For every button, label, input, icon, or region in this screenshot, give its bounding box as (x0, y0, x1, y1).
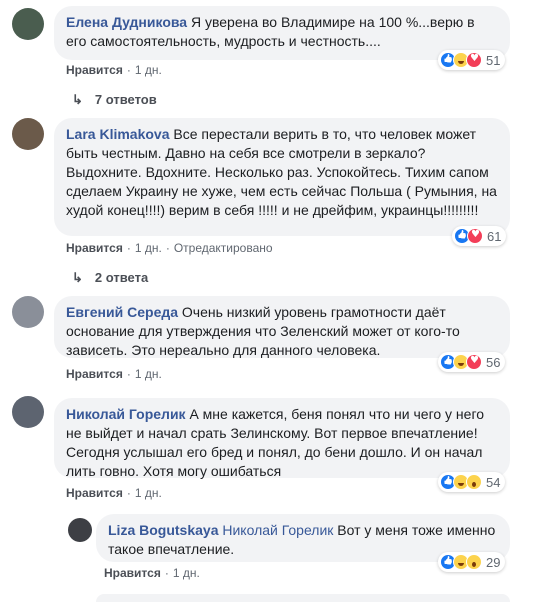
like-button[interactable]: Нравится (66, 241, 123, 255)
avatar[interactable] (12, 396, 44, 428)
comment-author[interactable]: Елена Дудникова (66, 14, 187, 30)
wow-icon (466, 554, 482, 570)
timestamp[interactable]: 1 дн. (135, 367, 162, 381)
separator: · (126, 241, 131, 255)
view-replies-link[interactable]: ↳ 2 ответа (72, 270, 148, 286)
comment-author[interactable]: Николай Горелик (66, 406, 186, 422)
comment-bubble: Lara Klimakova Все перестали верить в то… (54, 118, 510, 236)
like-button[interactable]: Нравится (66, 486, 123, 500)
like-button[interactable]: Нравится (66, 367, 123, 381)
reply-arrow-icon: ↳ (72, 270, 83, 285)
reactions-summary[interactable]: 56 (438, 352, 506, 372)
reaction-count: 29 (486, 554, 501, 570)
comment-actions: Нравится · 1 дн. · Отредактировано (66, 240, 273, 256)
reaction-count: 56 (486, 354, 501, 370)
reaction-count: 51 (486, 52, 501, 68)
reaction-count: 61 (487, 228, 502, 244)
separator: · (164, 566, 169, 580)
avatar[interactable] (12, 296, 44, 328)
comment-actions: Нравится · 1 дн. (104, 565, 200, 581)
separator: · (126, 367, 131, 381)
replies-label: 7 ответов (94, 92, 157, 107)
love-icon (466, 52, 482, 68)
love-icon (466, 354, 482, 370)
reactions-summary[interactable]: 54 (438, 472, 506, 492)
comment-actions: Нравится · 1 дн. (66, 485, 162, 501)
comment-bubble: Евгений Середа Очень низкий уровень грам… (54, 296, 510, 358)
separator: · (126, 63, 131, 77)
replies-label: 2 ответа (94, 270, 149, 285)
edited-label[interactable]: Отредактировано (174, 241, 273, 255)
love-icon (467, 228, 483, 244)
comment-bubble: Николай Горелик А мне кажется, беня поня… (54, 398, 510, 479)
comment-author[interactable]: Liza Bogutskaya (108, 522, 218, 538)
like-button[interactable]: Нравится (66, 63, 123, 77)
reactions-summary[interactable]: 29 (438, 552, 506, 572)
comment-author[interactable]: Lara Klimakova (66, 126, 170, 142)
comment-actions: Нравится · 1 дн. (66, 62, 162, 78)
timestamp[interactable]: 1 дн. (135, 63, 162, 77)
like-button[interactable]: Нравится (104, 566, 161, 580)
reactions-summary[interactable]: 51 (438, 50, 506, 70)
timestamp[interactable]: 1 дн. (135, 241, 162, 255)
separator: · (126, 486, 131, 500)
timestamp[interactable]: 1 дн. (173, 566, 200, 580)
reaction-count: 54 (486, 474, 501, 490)
comment-author[interactable]: Евгений Середа (66, 304, 178, 320)
reactions-summary[interactable]: 61 (452, 226, 507, 246)
mention-link[interactable]: Николай Горелик (222, 522, 333, 538)
wow-icon (466, 474, 482, 490)
view-replies-link[interactable]: ↳ 7 ответов (72, 92, 157, 108)
separator: · (165, 241, 170, 255)
reply-arrow-icon: ↳ (72, 92, 83, 107)
next-comment-bubble (96, 594, 510, 602)
avatar[interactable] (12, 8, 44, 40)
avatar[interactable] (68, 518, 92, 542)
comment-actions: Нравится · 1 дн. (66, 366, 162, 382)
timestamp[interactable]: 1 дн. (135, 486, 162, 500)
avatar[interactable] (12, 118, 44, 150)
